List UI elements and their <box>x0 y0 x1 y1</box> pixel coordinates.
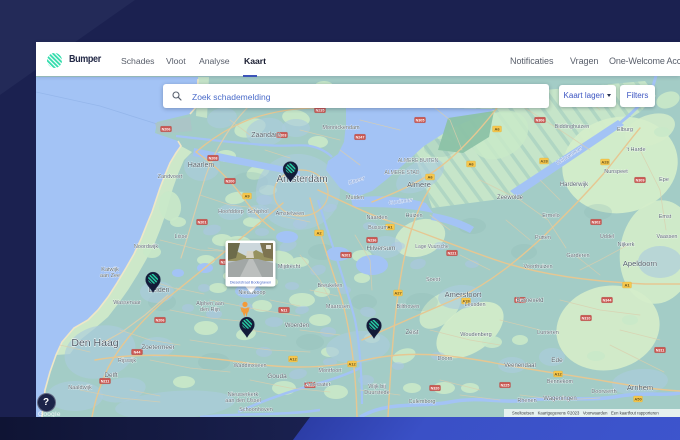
svg-text:Google: Google <box>38 411 61 417</box>
svg-text:Dieselstraat Bodegraven: Dieselstraat Bodegraven <box>230 281 272 285</box>
svg-text:Sneltoetsen Kaartgegevens ©2: Sneltoetsen Kaartgegevens ©2023 Voorwaar… <box>512 410 659 415</box>
